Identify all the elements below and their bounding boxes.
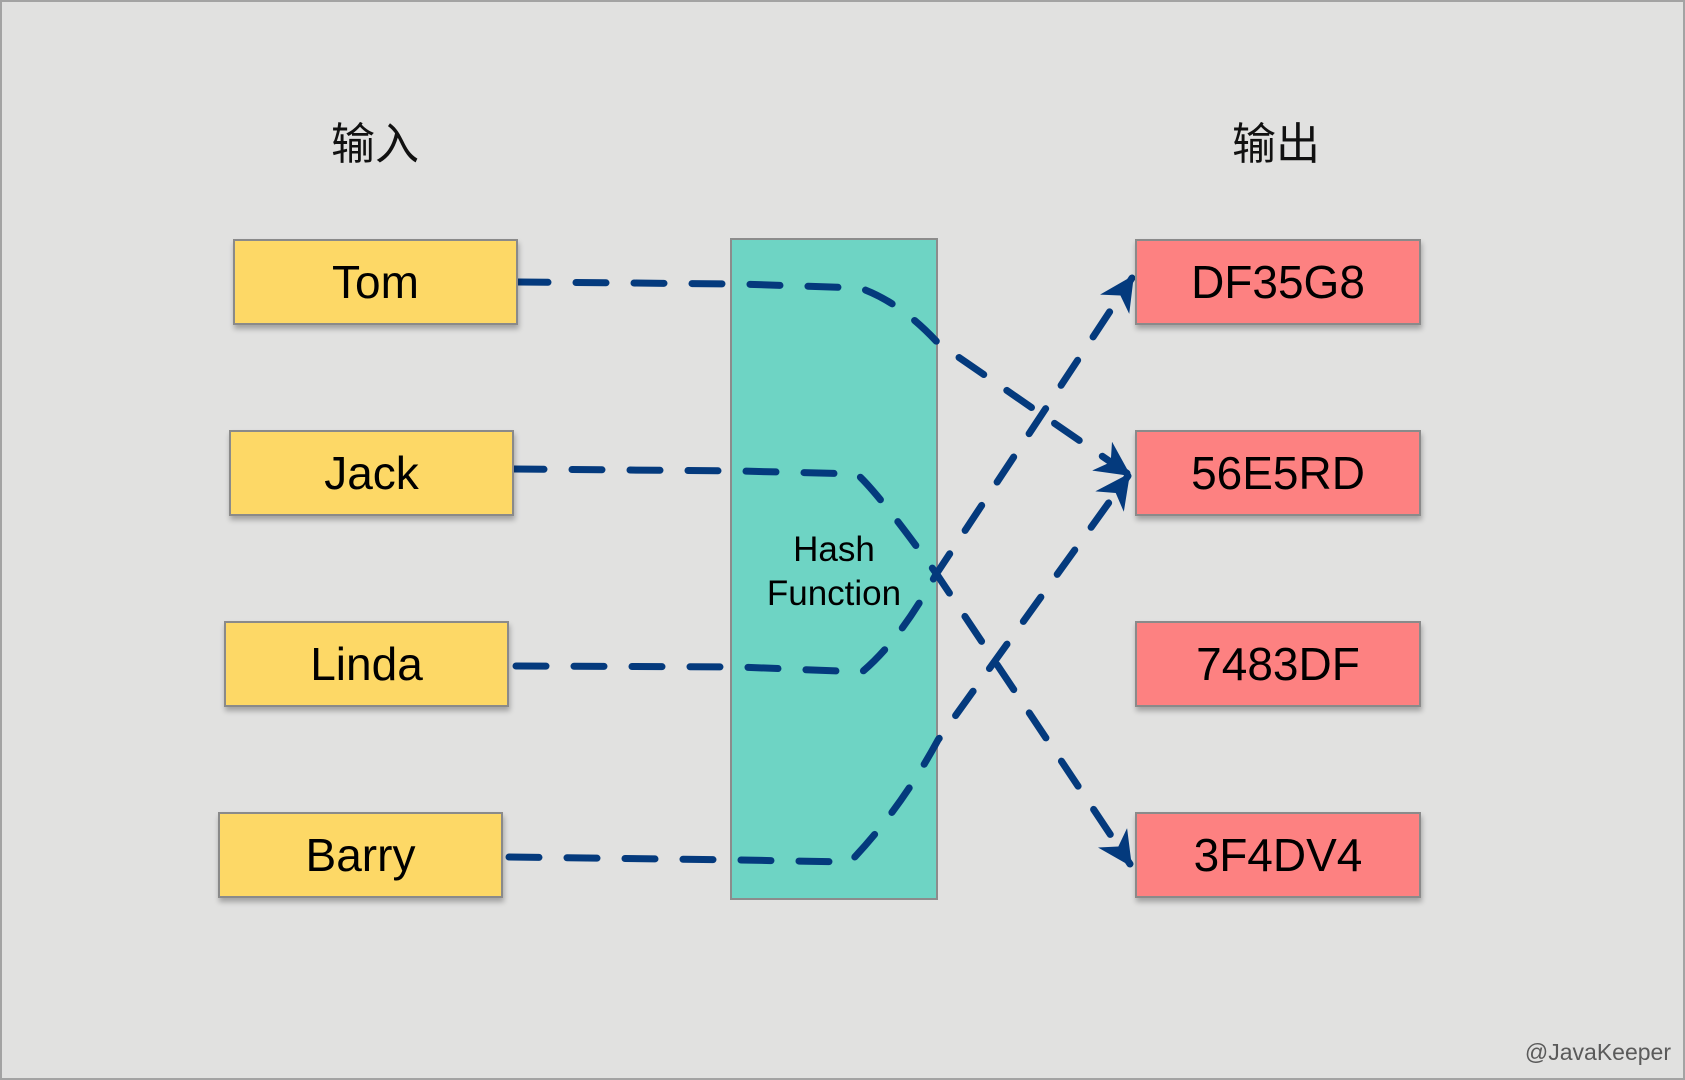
output-box-3f4dv4: 3F4DV4 bbox=[1135, 812, 1421, 898]
input-box-linda: Linda bbox=[224, 621, 509, 707]
hash-function-label: Hash Function bbox=[730, 528, 938, 616]
input-heading: 输入 bbox=[331, 119, 419, 170]
hash-label-line2: Function bbox=[766, 574, 902, 613]
output-box-56e5rd: 56E5RD bbox=[1135, 430, 1421, 516]
input-box-barry: Barry bbox=[218, 812, 503, 898]
input-box-jack: Jack bbox=[229, 430, 514, 516]
output-box-df35g8: DF35G8 bbox=[1135, 239, 1421, 325]
input-box-tom: Tom bbox=[233, 239, 518, 325]
output-heading: 输出 bbox=[1232, 119, 1320, 170]
watermark: @JavaKeeper bbox=[1524, 1039, 1671, 1065]
hash-label-line1: Hash bbox=[793, 530, 875, 569]
output-box-7483df: 7483DF bbox=[1135, 621, 1421, 707]
